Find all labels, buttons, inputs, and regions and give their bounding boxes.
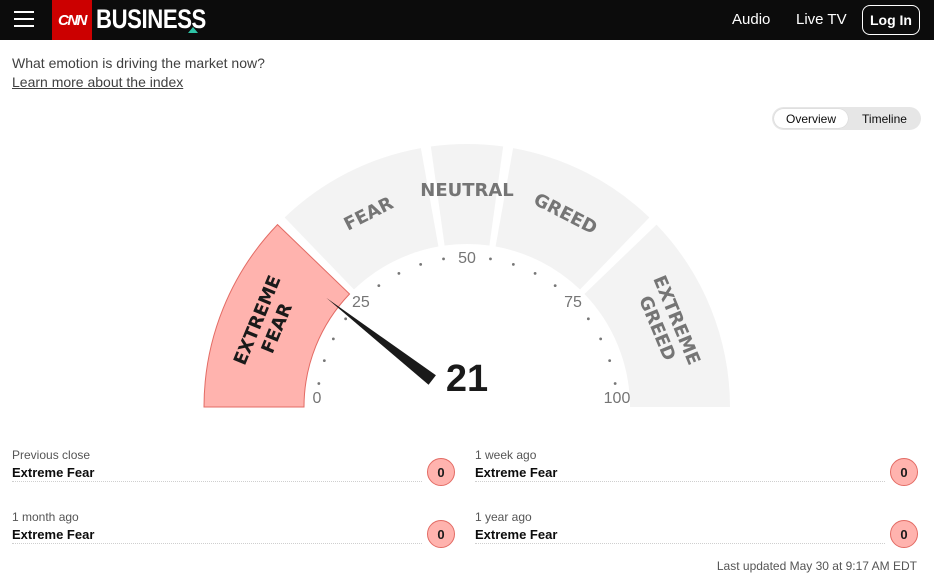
gauge-tick-dot [599, 337, 603, 341]
gauge-tick-label: 50 [458, 250, 476, 267]
stat-label: 1 month ago [12, 510, 79, 524]
dotted-divider [475, 481, 885, 482]
stat-previous-close: Previous close Extreme Fear 0 [12, 448, 456, 500]
gauge-tick-label: 25 [352, 294, 370, 311]
stat-label: Previous close [12, 448, 91, 462]
stat-1-week-ago: 1 week ago Extreme Fear 0 [475, 448, 919, 500]
stat-score-badge: 0 [427, 520, 455, 548]
stat-1-year-ago: 1 year ago Extreme Fear 0 [475, 510, 919, 562]
gauge-tick-label: 100 [604, 390, 631, 407]
last-updated: Last updated May 30 at 9:17 AM EDT [716, 559, 917, 573]
gauge-tick-dot [322, 359, 326, 363]
gauge-tick-dot [331, 337, 335, 341]
gauge-tick-dot [533, 271, 537, 275]
gauge-tick-label: 0 [313, 390, 322, 407]
gauge-tick-dot [442, 257, 445, 261]
stat-value: Extreme Fear [12, 527, 95, 542]
gauge-tick-dot [344, 317, 348, 321]
gauge-value: 21 [445, 358, 489, 400]
gauge-tick-dot [397, 271, 401, 275]
stat-score-badge: 0 [890, 458, 918, 486]
gauge-tick-dot [419, 262, 423, 266]
gauge-tick-label: 75 [564, 294, 582, 311]
gauge-tick-dot [613, 382, 617, 385]
gauge-band-label-neutral: NEUTRAL [420, 180, 514, 201]
gauge-tick-dot [489, 257, 492, 261]
stat-1-month-ago: 1 month ago Extreme Fear 0 [12, 510, 456, 562]
stat-label: 1 week ago [475, 448, 537, 462]
gauge-tick-dot [553, 284, 557, 288]
dotted-divider [475, 543, 885, 544]
stat-value: Extreme Fear [475, 465, 558, 480]
gauge-tick-dot [511, 262, 515, 266]
gauge-tick-dot [317, 382, 321, 385]
gauge-tick-dot [586, 317, 590, 321]
stat-value: Extreme Fear [475, 527, 558, 542]
stat-value: Extreme Fear [12, 465, 95, 480]
dotted-divider [12, 481, 422, 482]
gauge-tick-dot [608, 359, 612, 363]
stat-score-badge: 0 [890, 520, 918, 548]
dotted-divider [12, 543, 422, 544]
gauge-tick-dot [377, 284, 381, 288]
stat-label: 1 year ago [475, 510, 532, 524]
stat-score-badge: 0 [427, 458, 455, 486]
